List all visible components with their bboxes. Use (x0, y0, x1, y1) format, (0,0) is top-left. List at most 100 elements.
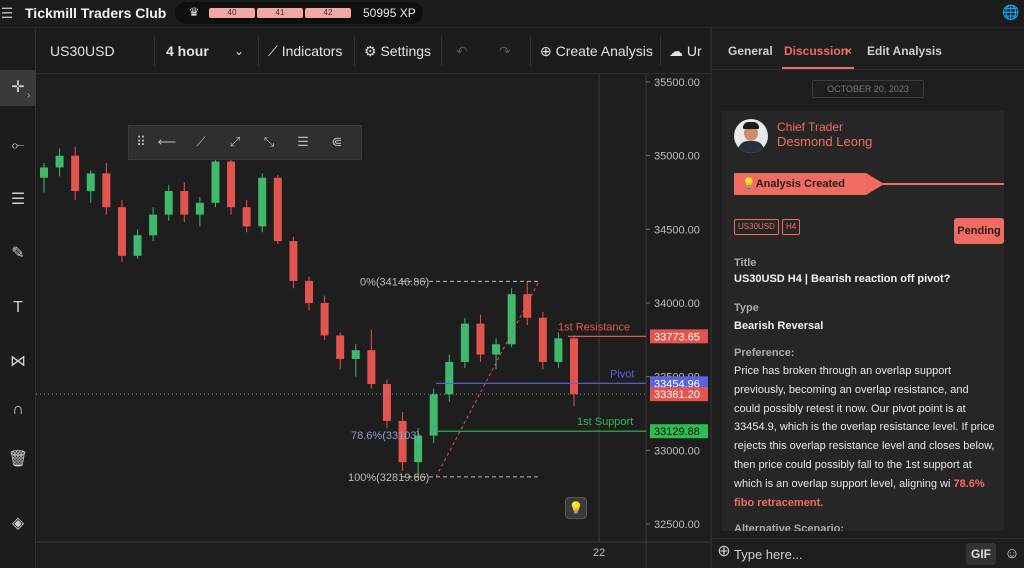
candle-body (40, 167, 48, 178)
close-icon[interactable]: × (845, 44, 852, 58)
rank-badge-icon: ♛ (188, 5, 200, 19)
horizontal-ray-icon[interactable]: ⟵ (157, 134, 177, 152)
trash-icon[interactable]: 🗑 (0, 442, 36, 478)
candle-body (367, 350, 376, 385)
fib-100-label: 100%(32819.66) (348, 472, 429, 484)
price-tick-label: 35500.00 (654, 77, 700, 89)
type-value: Bearish Reversal (734, 320, 824, 332)
candle-body (227, 161, 236, 208)
price-tick-label: 34500.00 (654, 224, 700, 236)
gif-button[interactable]: GIF (966, 543, 996, 565)
candle-body (86, 173, 95, 192)
price-tick-label: 33000.00 (654, 445, 700, 457)
redo-icon[interactable]: ↷ (499, 28, 511, 74)
settings-label: Settings (380, 43, 432, 59)
trend-line-tool-icon[interactable]: ⟜ (0, 128, 36, 164)
support-label: 1st Support (577, 416, 633, 428)
candle-body (538, 317, 547, 362)
candle-body (102, 173, 111, 208)
upload-label: Ur (686, 43, 702, 59)
tab-edit-analysis[interactable]: Edit Analysis (867, 44, 942, 58)
preference-text: Price has broken through an overlap supp… (734, 362, 996, 512)
text-tool-icon[interactable]: T (0, 290, 36, 326)
toolbar-divider (660, 36, 661, 66)
author-name: Desmond Leong (777, 134, 873, 149)
xp-total: 50995 XP (363, 6, 416, 20)
analysis-panel: General Discussion × Edit Analysis OCTOB… (712, 28, 1024, 568)
candle-body (507, 294, 516, 345)
title-label: Title (734, 257, 757, 269)
status-badge[interactable]: Pending (954, 218, 1004, 244)
indicators-label: Indicators (281, 43, 343, 59)
message-input[interactable] (734, 543, 958, 565)
support-price-tag: 33129.88 (654, 426, 700, 438)
price-tick-label: 35000.00 (654, 151, 700, 163)
chevron-down-icon[interactable]: ⌄ (234, 28, 244, 74)
lightbulb-icon[interactable]: 💡 (565, 497, 587, 519)
fib-retracement-tool-icon[interactable]: ☰ (0, 182, 36, 218)
candle-body (55, 155, 64, 168)
top-bar: ☰ Tickmill Traders Club ♛ 40 41 42 50995… (0, 0, 1024, 28)
pattern-tool-icon[interactable]: ⋈ (0, 344, 36, 380)
candle-body (164, 191, 173, 215)
brush-tool-icon[interactable]: ✎ (0, 236, 36, 272)
candle-body (242, 207, 251, 227)
chart-toolbar: US30USD 4 hour ⌄ ⟋ Indicators ⚙ Settings… (36, 28, 710, 74)
undo-icon[interactable]: ↶ (456, 28, 468, 74)
candle-body (460, 323, 469, 362)
price-tick-label: 34000.00 (654, 298, 700, 310)
crosshair-tool-icon[interactable]: ✛ (0, 70, 36, 106)
layers-icon[interactable]: ◈ (0, 506, 36, 542)
timeframe-selector[interactable]: 4 hour (166, 28, 209, 74)
tab-discussion[interactable]: Discussion (784, 44, 848, 58)
xp-progress: ♛ 40 41 42 50995 XP (175, 2, 423, 24)
drag-handle-icon[interactable]: ⠿ (131, 134, 151, 152)
candle-body (320, 303, 329, 336)
upload-button[interactable]: ☁ Ur (669, 28, 702, 74)
create-analysis-button[interactable]: ⊕ Create Analysis (540, 28, 653, 74)
trend-line-icon[interactable]: ⟋ (191, 134, 211, 152)
type-label: Type (734, 302, 759, 314)
menu-icon[interactable]: ☰ (0, 5, 14, 21)
symbol-selector[interactable]: US30USD (50, 28, 115, 74)
candle-body (195, 202, 204, 215)
active-tab-indicator (782, 67, 854, 69)
resistance-price-tag: 33773.65 (654, 331, 700, 343)
candle-body (445, 361, 454, 395)
candle-body (336, 335, 345, 359)
panel-tabs: General Discussion × Edit Analysis (712, 28, 1024, 70)
globe-icon[interactable]: 🌐 (1002, 4, 1020, 22)
timeframe-label: 4 hour (166, 43, 209, 59)
tab-general[interactable]: General (728, 44, 773, 58)
app-title: Tickmill Traders Club (25, 5, 167, 21)
symbol-tag: US30USD (734, 219, 779, 235)
title-value: US30USD H4 | Bearish reaction off pivot? (734, 273, 951, 285)
extended-line-icon[interactable]: ⤢ (225, 134, 245, 152)
alternative-scenario-label: Alternative Scenario: (734, 523, 845, 531)
candle-body (258, 177, 267, 227)
xp-level-segment: 40 (209, 8, 255, 18)
preference-label: Preference: (734, 347, 795, 359)
resistance-label: 1st Resistance (558, 321, 630, 333)
candle-body (180, 191, 189, 215)
candle-body (351, 350, 360, 359)
parallel-channel-icon[interactable]: ☰ (293, 134, 313, 152)
settings-button[interactable]: ⚙ Settings (364, 28, 431, 74)
candle-body (554, 338, 563, 362)
analysis-card: Chief Trader Desmond Leong 💡Analysis Cre… (722, 111, 1004, 531)
avatar (734, 119, 768, 153)
chevron-right-icon[interactable]: › (27, 90, 30, 101)
toolbar-divider (354, 36, 355, 66)
lightbulb-icon: 💡 (742, 178, 756, 190)
plus-circle-icon[interactable]: ⊕ (716, 544, 732, 560)
fib-fan-icon[interactable]: ⋐ (327, 134, 347, 152)
price-chart[interactable]: 35500.0035000.0034500.0034000.0033500.00… (36, 74, 710, 568)
message-composer: ⊕ GIF ☺ (712, 538, 1024, 568)
fib-icon[interactable]: ⤡ (259, 134, 279, 152)
magnet-tool-icon[interactable]: ∩ (0, 392, 36, 428)
candle-body (133, 235, 142, 256)
xp-level-segment: 41 (257, 8, 303, 18)
indicators-button[interactable]: ⟋ Indicators (268, 28, 342, 74)
emoji-icon[interactable]: ☺ (1002, 544, 1022, 564)
pivot-label: Pivot (610, 368, 634, 380)
